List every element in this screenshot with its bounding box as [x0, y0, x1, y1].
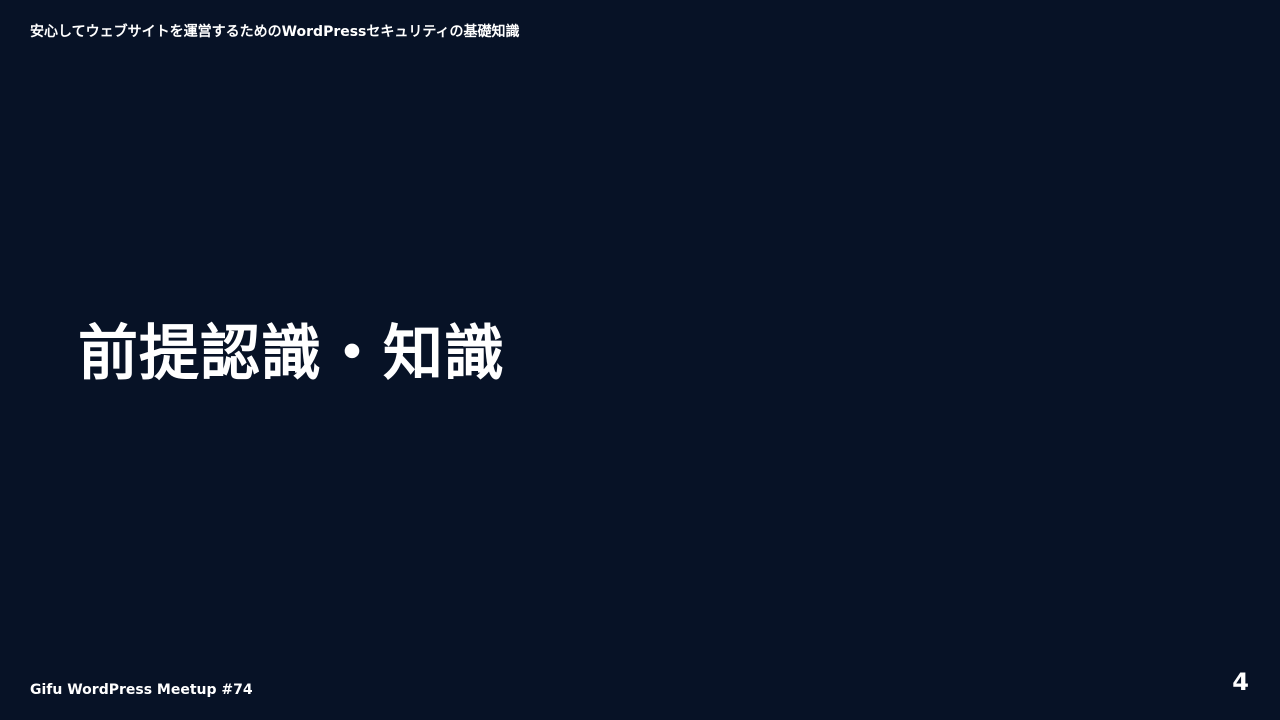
section-heading: 前提認識・知識	[78, 319, 505, 389]
deck-title: 安心してウェブサイトを運営するためのWordPressセキュリティの基礎知識	[30, 24, 520, 40]
page-number: 4	[1232, 668, 1249, 696]
presentation-slide: 安心してウェブサイトを運営するためのWordPressセキュリティの基礎知識 前…	[0, 0, 1280, 720]
event-name: Gifu WordPress Meetup #74	[30, 682, 253, 698]
